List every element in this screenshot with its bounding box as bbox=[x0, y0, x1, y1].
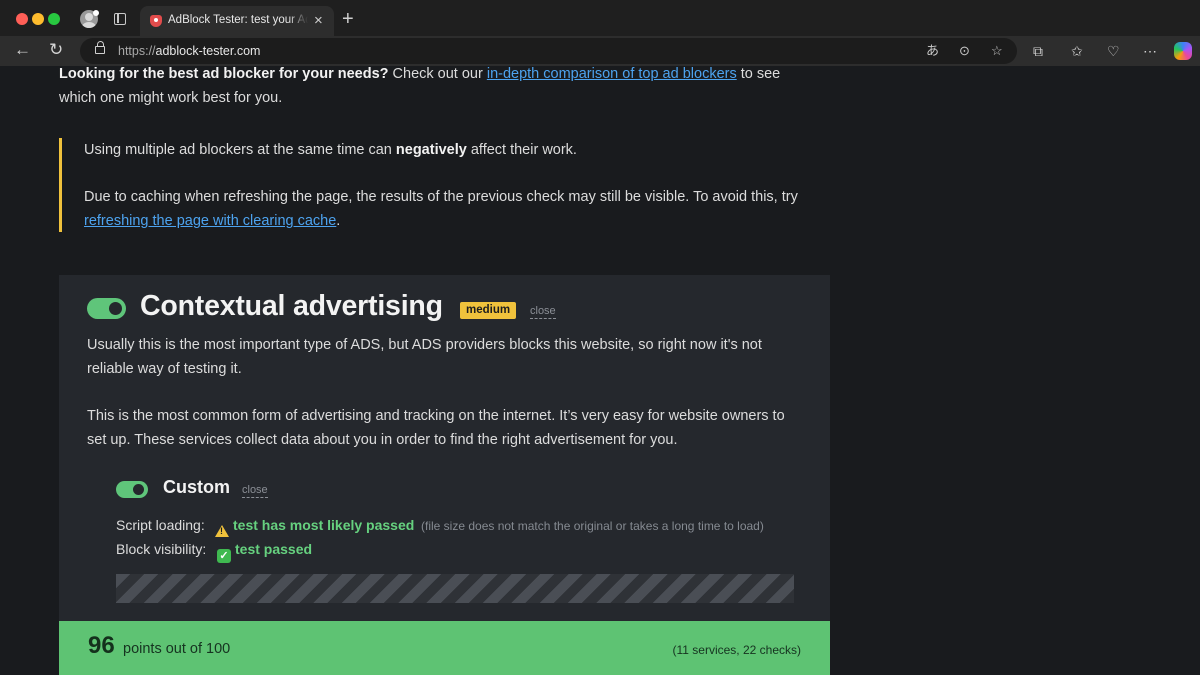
score-text: points out of 100 bbox=[123, 641, 231, 657]
score-points: 96 bbox=[88, 632, 115, 659]
ad-block-placeholder bbox=[116, 574, 794, 603]
cache-note-end: . bbox=[336, 213, 341, 229]
callout-border bbox=[59, 138, 62, 232]
score-bar: 96 points out of 100 (11 services, 22 ch… bbox=[59, 621, 830, 675]
comparison-link[interactable]: in-depth comparison of top ad blockers bbox=[487, 66, 737, 82]
contextual-advertising-card: Contextual advertising medium close Usua… bbox=[59, 275, 830, 675]
browser-tab[interactable]: AdBlock Tester: test your AdBlock × bbox=[140, 6, 334, 36]
block-visibility-label: Block visibility: bbox=[116, 541, 207, 557]
more-options-circle-icon[interactable]: ⊙ bbox=[959, 42, 970, 60]
back-arrow-icon[interactable]: ← bbox=[14, 40, 31, 60]
favorites-icon[interactable]: ✩ bbox=[1071, 42, 1083, 60]
section-close-link[interactable]: close bbox=[530, 305, 556, 319]
address-bar[interactable]: https://adblock-tester.com あ ⊙ ☆ bbox=[80, 38, 1017, 64]
browser-toolbar: ← ↻ https://adblock-tester.com あ ⊙ ☆ ⧉ ✩… bbox=[0, 36, 1200, 66]
tab-actions-icon[interactable] bbox=[114, 13, 126, 25]
custom-toggle[interactable] bbox=[116, 481, 148, 498]
browser-essentials-icon[interactable]: ♡ bbox=[1107, 42, 1120, 60]
browser-titlebar: AdBlock Tester: test your AdBlock × + bbox=[0, 0, 1200, 38]
copilot-icon[interactable] bbox=[1174, 42, 1192, 60]
warning-icon bbox=[215, 525, 229, 537]
multiple-blockers-note: Using multiple ad blockers at the same t… bbox=[84, 138, 804, 162]
minimize-window-button[interactable] bbox=[32, 13, 44, 25]
section-description-1: Usually this is the most important type … bbox=[87, 337, 762, 377]
script-loading-result: test has most likely passed bbox=[233, 517, 415, 533]
script-loading-label: Script loading: bbox=[116, 517, 205, 533]
new-tab-icon[interactable]: + bbox=[342, 9, 354, 29]
lock-icon[interactable] bbox=[95, 41, 105, 54]
page-content: Looking for the best ad blocker for your… bbox=[0, 66, 1200, 675]
close-window-button[interactable] bbox=[16, 13, 28, 25]
url-text: https://adblock-tester.com bbox=[118, 44, 261, 58]
section-description-2: This is the most common form of advertis… bbox=[87, 408, 785, 448]
translate-icon[interactable]: あ bbox=[926, 42, 939, 60]
section-title: Contextual advertising bbox=[140, 290, 443, 322]
checkmark-icon: ✓ bbox=[217, 549, 231, 563]
script-loading-note: (file size does not match the original o… bbox=[421, 519, 764, 533]
intro-before-link: Check out our bbox=[388, 66, 487, 82]
reload-icon[interactable]: ↻ bbox=[49, 40, 63, 60]
clear-cache-link[interactable]: refreshing the page with clearing cache bbox=[84, 213, 336, 229]
tab-close-icon[interactable]: × bbox=[314, 13, 323, 28]
intro-paragraph: Looking for the best ad blocker for your… bbox=[59, 66, 799, 110]
score-meta: (11 services, 22 checks) bbox=[672, 643, 802, 657]
intro-lead: Looking for the best ad blocker for your… bbox=[59, 66, 389, 82]
subsection-close-link[interactable]: close bbox=[242, 484, 268, 498]
settings-more-icon[interactable]: ⋯ bbox=[1143, 42, 1157, 60]
note-emphasis: negatively bbox=[395, 142, 467, 158]
cache-note-text: Due to caching when refreshing the page,… bbox=[84, 189, 798, 205]
adblock-tester-favicon-icon bbox=[150, 15, 162, 27]
profile-status-icon bbox=[93, 10, 99, 16]
block-visibility-result: test passed bbox=[235, 541, 313, 557]
subsection-title: Custom bbox=[163, 477, 230, 497]
severity-badge: medium bbox=[460, 302, 517, 319]
note-text: Using multiple ad blockers at the same t… bbox=[84, 142, 396, 158]
maximize-window-button[interactable] bbox=[48, 13, 60, 25]
favorite-star-icon[interactable]: ☆ bbox=[991, 42, 1003, 60]
note-text-end: affect their work. bbox=[466, 142, 577, 158]
contextual-advertising-toggle[interactable] bbox=[87, 298, 126, 319]
extensions-icon[interactable]: ⧉ bbox=[1033, 42, 1043, 60]
cache-note: Due to caching when refreshing the page,… bbox=[84, 185, 804, 233]
tab-title: AdBlock Tester: test your AdBlock bbox=[168, 14, 308, 26]
